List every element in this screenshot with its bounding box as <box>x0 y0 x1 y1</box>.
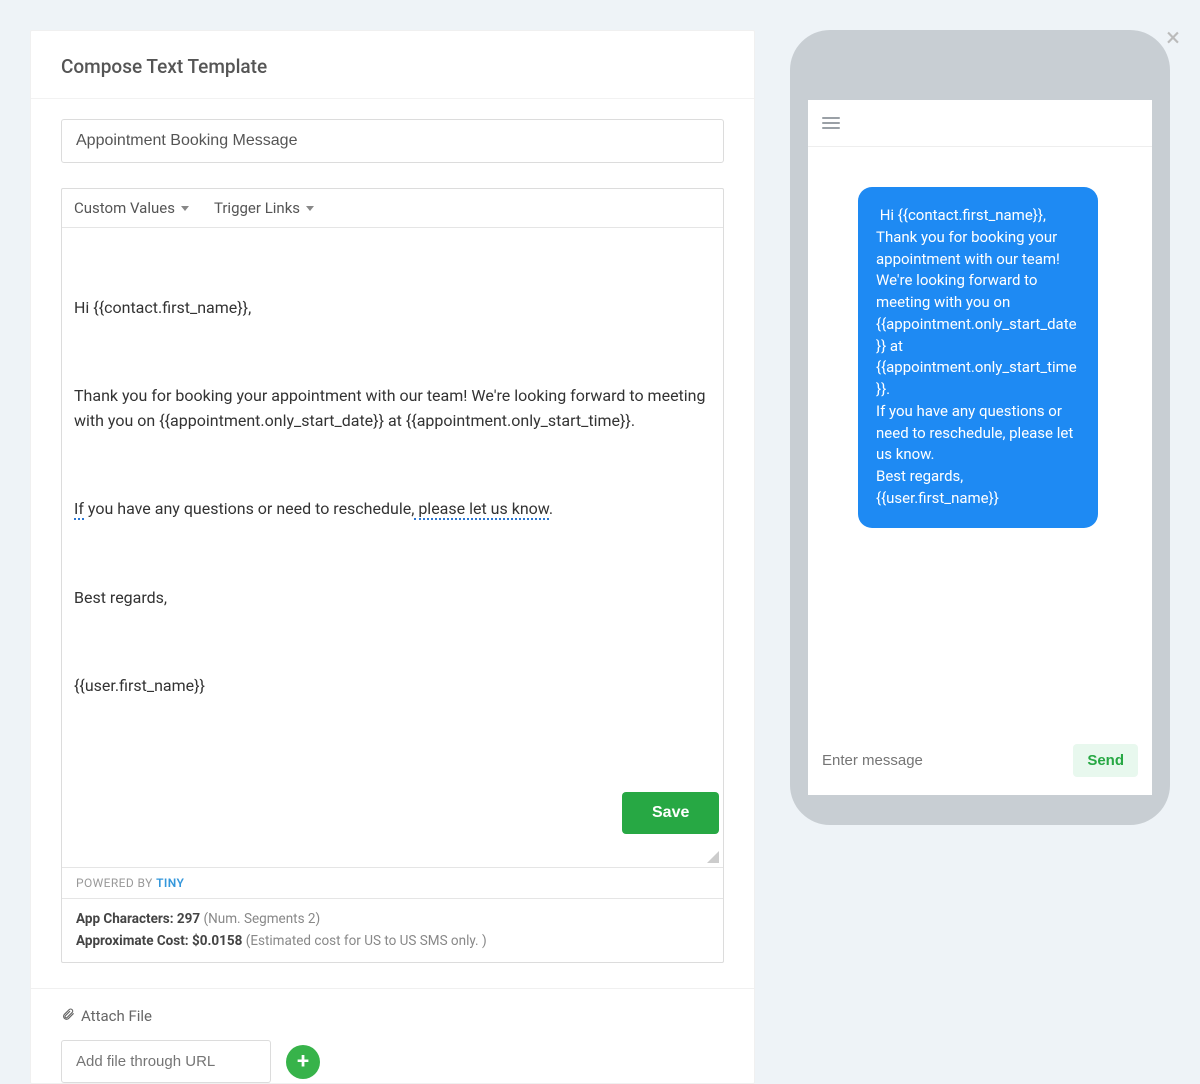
tiny-link[interactable]: TINY <box>156 876 184 890</box>
powered-by: POWERED BY TINY <box>62 867 723 898</box>
paperclip-icon <box>61 1007 75 1025</box>
preview-send-button[interactable]: Send <box>1073 744 1138 777</box>
page-title: Compose Text Template <box>61 55 724 78</box>
editor-line: If you have any questions or need to res… <box>74 497 711 522</box>
chevron-down-icon <box>181 206 189 211</box>
custom-values-dropdown[interactable]: Custom Values <box>74 199 189 217</box>
attach-file-label: Attach File <box>61 1007 724 1025</box>
editor-line: {{user.first_name}} <box>74 674 711 699</box>
compose-panel: Compose Text Template Custom Values Trig… <box>30 30 755 1084</box>
attach-url-input[interactable] <box>61 1040 271 1083</box>
close-icon[interactable]: × <box>1166 25 1180 51</box>
text-editor: Custom Values Trigger Links Hi {{contact… <box>61 188 724 963</box>
save-button[interactable]: Save <box>622 792 719 834</box>
editor-line: Hi {{contact.first_name}}, <box>74 296 711 321</box>
hamburger-icon[interactable] <box>822 117 840 129</box>
editor-body[interactable]: Hi {{contact.first_name}}, Thank you for… <box>62 228 723 867</box>
trigger-links-dropdown[interactable]: Trigger Links <box>214 199 314 217</box>
preview-message-bubble: Hi {{contact.first_name}}, Thank you for… <box>858 187 1098 528</box>
chevron-down-icon <box>306 206 314 211</box>
editor-line: Best regards, <box>74 586 711 611</box>
template-name-input[interactable] <box>61 119 724 163</box>
phone-preview: Hi {{contact.first_name}}, Thank you for… <box>790 30 1170 825</box>
preview-message-input[interactable] <box>822 752 1063 769</box>
stats-box: App Characters: 297 (Num. Segments 2) Ap… <box>62 898 723 962</box>
editor-line: Thank you for booking your appointment w… <box>74 384 711 434</box>
custom-values-label: Custom Values <box>74 199 175 217</box>
resize-handle-icon[interactable] <box>707 851 719 863</box>
add-attachment-button[interactable]: + <box>286 1045 320 1079</box>
trigger-links-label: Trigger Links <box>214 199 300 217</box>
